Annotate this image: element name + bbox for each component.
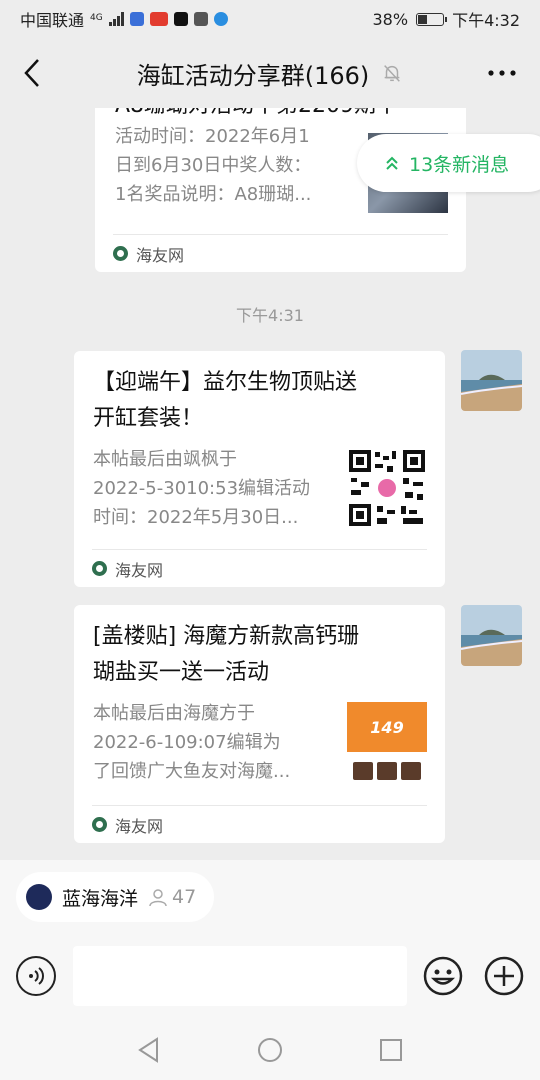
link-card-message[interactable]: 【迎端午】益尔生物顶贴送 开缸套装！ 本帖最后由飒枫于 2022-5-3010:… <box>74 351 445 587</box>
qr-code-image <box>347 448 427 528</box>
new-messages-button[interactable]: 13条新消息 <box>357 134 540 192</box>
member-count: 47 <box>148 886 196 908</box>
voice-wave-icon <box>29 967 44 985</box>
card-source: 海友网 <box>92 549 427 587</box>
message-timestamp: 下午4:31 <box>236 306 304 325</box>
new-messages-label: 13条新消息 <box>409 153 510 176</box>
card-desc-line: 本帖最后由海魔方于 <box>93 703 255 724</box>
beach-avatar-image <box>461 350 522 411</box>
chat-app-icon <box>213 12 228 26</box>
emoji-button[interactable] <box>423 956 463 996</box>
nav-home-icon[interactable] <box>257 1037 283 1063</box>
card-title: 开缸套装！ <box>93 406 204 431</box>
card-source-label: 海友网 <box>115 560 164 580</box>
smiley-icon <box>423 956 463 996</box>
beach-avatar-image <box>461 605 522 666</box>
shield-app-icon <box>129 12 144 26</box>
haiyou-logo-icon <box>113 246 128 261</box>
group-logo-icon <box>26 884 52 910</box>
promo-price: 149 <box>370 717 404 737</box>
mute-bell-icon <box>384 65 401 82</box>
product-thumbnail: 149 <box>347 702 427 782</box>
card-title: [盖楼贴] 海魔方新款高钙珊 <box>93 624 360 649</box>
nav-back-icon[interactable] <box>137 1037 161 1063</box>
card-desc-line: 2022-6-109:07编辑为 <box>93 732 281 753</box>
card-source: 海友网 <box>113 234 448 272</box>
chat-header: 海缸活动分享群(166) <box>0 38 540 108</box>
sender-avatar[interactable] <box>461 350 522 411</box>
card-desc-line: 2022-5-3010:53编辑活动 <box>93 478 311 499</box>
card-desc-line: 了回馈广大鱼友对海魔... <box>93 761 291 782</box>
sender-avatar[interactable] <box>461 605 522 666</box>
more-options-button[interactable] <box>482 53 522 93</box>
nav-recents-icon[interactable] <box>379 1038 403 1062</box>
haiyou-logo-icon <box>92 561 107 576</box>
double-chevron-up-icon <box>386 156 398 170</box>
voice-input-button[interactable] <box>16 956 56 996</box>
card-desc-line: 本帖最后由飒枫于 <box>93 449 237 470</box>
carrier-label: 中国联通 <box>20 11 85 30</box>
chevron-left-icon <box>24 59 39 87</box>
more-functions-button[interactable] <box>484 956 524 996</box>
card-source: 海友网 <box>92 805 427 843</box>
message-input[interactable] <box>73 946 407 1006</box>
clock: 下午4:32 <box>452 11 520 30</box>
haiyou-logo-icon <box>92 817 107 832</box>
group-quick-tag[interactable]: 蓝海海洋 47 <box>16 872 215 922</box>
tiktok-app-icon <box>173 12 188 26</box>
person-icon <box>149 889 167 907</box>
card-title: 【迎端午】益尔生物顶贴送 <box>93 370 358 395</box>
ellipsis-icon <box>488 70 516 76</box>
mail-app-icon <box>193 12 208 26</box>
system-nav-bar <box>0 1020 540 1080</box>
chat-title: 海缸活动分享群(166) <box>136 61 370 90</box>
battery-percent: 38% <box>372 9 409 29</box>
battery-icon <box>416 12 448 26</box>
input-area: 蓝海海洋 47 <box>0 860 540 1080</box>
group-tag-name: 蓝海海洋 <box>62 887 139 910</box>
status-bar: 中国联通 4G 38% 下午4:32 <box>0 0 540 38</box>
message-list[interactable]: A8珊瑚对活动丨第2209期丨 活动时间：2022年6月1 日到6月30日中奖人… <box>0 108 540 860</box>
back-button[interactable] <box>12 53 52 93</box>
card-source-label: 海友网 <box>136 245 185 265</box>
signal-icon <box>108 12 124 26</box>
news-app-icon <box>149 12 168 26</box>
card-title: 瑚盐买一送一活动 <box>93 660 270 685</box>
member-count-value: 47 <box>172 886 197 908</box>
plus-circle-icon <box>484 956 524 996</box>
card-desc-line: 时间：2022年5月30日... <box>93 507 299 528</box>
card-source-label: 海友网 <box>115 816 164 836</box>
network-type: 4G <box>90 13 103 23</box>
link-card-message[interactable]: [盖楼贴] 海魔方新款高钙珊 瑚盐买一送一活动 本帖最后由海魔方于 2022-6… <box>74 605 445 843</box>
